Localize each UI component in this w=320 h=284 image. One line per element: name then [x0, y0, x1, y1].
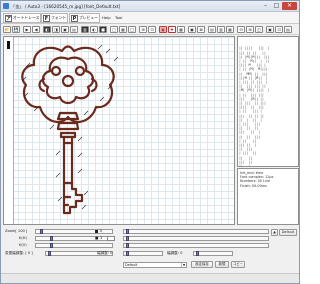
expand-icon[interactable]: ⊞ [139, 26, 147, 33]
run-icon[interactable]: ▶ [23, 26, 31, 33]
layout-icon[interactable]: ▦ [226, 26, 234, 33]
layout-icon[interactable]: ▤ [208, 26, 216, 33]
zoom-label: Zoom[ 100 ] [5, 229, 28, 233]
black-swatch[interactable] [95, 230, 98, 233]
menu-help[interactable]: Help [102, 15, 111, 20]
contrast-icon[interactable]: ◐ [90, 26, 98, 33]
char-width-label: 幅調整: 0 [97, 251, 113, 255]
menu-bar: ア オートトレース F フォント P プレビュー Help Tool [1, 12, 299, 24]
minimize-button[interactable]: – [260, 2, 271, 10]
black-icon[interactable]: ■ [99, 26, 107, 33]
param-slider-2[interactable] [123, 236, 269, 241]
app-window: 「金」 / Auto3 - [16620545_m.jpg] [font_Def… [0, 0, 300, 284]
line-adjust-label: 幅調整: 0 [167, 251, 183, 255]
param-slider-1-knob[interactable] [126, 229, 129, 234]
window-title: 「金」 / Auto3 - [16620545_m.jpg] [font_Def… [11, 4, 121, 9]
panel-icon[interactable]: ▤ [284, 26, 292, 33]
panel-icon[interactable]: ◫ [255, 26, 263, 33]
layout-icon[interactable]: ▦ [177, 26, 185, 33]
square-glyph: ■ [95, 236, 99, 240]
tab-preview[interactable]: P プレビュー [69, 13, 100, 23]
panel-icon[interactable]: ⊡ [275, 26, 283, 33]
panel-icon[interactable]: ⊟ [237, 26, 245, 33]
key-outline-image [21, 44, 119, 215]
frame-icon[interactable]: ▢ [110, 26, 118, 33]
fill-icon[interactable]: ▥ [81, 26, 89, 33]
trace-canvas[interactable] [3, 36, 235, 225]
trace-mode-icon[interactable]: ▣ [61, 26, 69, 33]
ascii-lines: || |||| ||| | ||| || || || || |M||M||| |||… [239, 46, 297, 167]
kv-slider[interactable] [35, 243, 113, 248]
info-line: Finish: 0X-00ms [240, 183, 267, 188]
preview-icon: P [71, 14, 78, 22]
close-button[interactable]: ✕ [282, 2, 297, 10]
grid-icon[interactable]: ▦ [119, 26, 127, 33]
preset-select-value: Default [125, 263, 138, 267]
app-icon [3, 3, 9, 9]
tab-font[interactable]: F フォント [41, 13, 69, 23]
tab-auto-trace[interactable]: ア オートトレース [3, 13, 42, 23]
param-slider-3[interactable] [123, 243, 269, 248]
save-icon[interactable]: 💾 [12, 26, 20, 33]
default-button[interactable]: Default [279, 229, 297, 236]
trace-mode-icon[interactable]: ◧ [43, 26, 51, 33]
back-icon[interactable]: ◀ [32, 26, 40, 33]
kv-label: K(V) [19, 243, 27, 247]
line-width-slider-knob[interactable] [48, 251, 51, 256]
circle-icon[interactable]: ◯ [128, 26, 136, 33]
select-icon[interactable]: ⊡ [148, 26, 156, 33]
menu-tool[interactable]: Tool [115, 15, 122, 20]
kv-slider-knob[interactable] [50, 243, 53, 248]
line-adjust-slider[interactable] [193, 251, 233, 256]
panel-icon[interactable]: ⊞ [246, 26, 254, 33]
trace-mode-icon[interactable]: ▤ [70, 26, 78, 33]
tab-label: オートトレース [13, 15, 40, 20]
preset-select[interactable]: Default ▼ [123, 262, 187, 268]
mark-icon[interactable]: ▣ [159, 26, 167, 33]
info-panel: Init_end: time Font complex: 12px Number… [237, 168, 299, 225]
ratio-b-value: 3 [100, 236, 103, 240]
copy-button[interactable]: コピー [231, 261, 245, 268]
kh-label: K(H) [19, 236, 27, 240]
auto-trace-icon: ア [5, 14, 12, 22]
status-bar [1, 273, 299, 283]
save-settings-button[interactable]: 設定保存 [191, 261, 213, 268]
kh-slider-knob[interactable] [50, 236, 53, 241]
font-icon: F [43, 14, 50, 22]
tab-label: フォント [51, 15, 67, 20]
line-adjust-slider-knob[interactable] [196, 251, 199, 256]
title-bar: 「金」 / Auto3 - [16620545_m.jpg] [font_Def… [1, 1, 299, 12]
clear-icon[interactable]: ⊠ [197, 26, 205, 33]
maximize-button[interactable]: □ [271, 2, 282, 10]
zoom-slider-knob[interactable] [40, 229, 43, 234]
char-width-slider[interactable] [123, 251, 163, 256]
param-slider-2-knob[interactable] [126, 236, 129, 241]
trace-mode-icon[interactable]: ◨ [52, 26, 60, 33]
ascii-text-panel[interactable]: || |||| ||| | ||| || || || || |M||M||| |||… [237, 36, 299, 167]
layout-icon[interactable]: ▥ [217, 26, 225, 33]
square-input[interactable] [107, 236, 115, 241]
up-arrow-button[interactable]: ▲ [271, 229, 278, 236]
char-width-slider-knob[interactable] [126, 251, 129, 256]
panel-icon[interactable]: ▣ [266, 26, 274, 33]
param-slider-3-knob[interactable] [126, 243, 129, 248]
tab-label: プレビュー [79, 15, 98, 20]
add-icon[interactable]: ✚ [168, 26, 176, 33]
open-folder-icon[interactable]: 📂 [3, 26, 11, 33]
chevron-down-icon[interactable]: ▼ [181, 263, 186, 267]
new-button[interactable]: 新規 [215, 261, 229, 268]
line-width-label: 変更幅調整: [ 0 ] [5, 251, 33, 255]
ascii-line: || | [239, 164, 251, 167]
layout-icon[interactable]: ▣ [188, 26, 196, 33]
param-slider-1[interactable] [123, 229, 269, 234]
toolbar: 📂 💾 ▶ ◀ ◧ ◨ ▣ ▤ ▥ ◐ ■ ▢ ▦ ◯ ⊞ ⊡ ▣ ✚ ▦ ▣ … [1, 25, 299, 35]
ratio-a-value: 0 [100, 229, 103, 233]
